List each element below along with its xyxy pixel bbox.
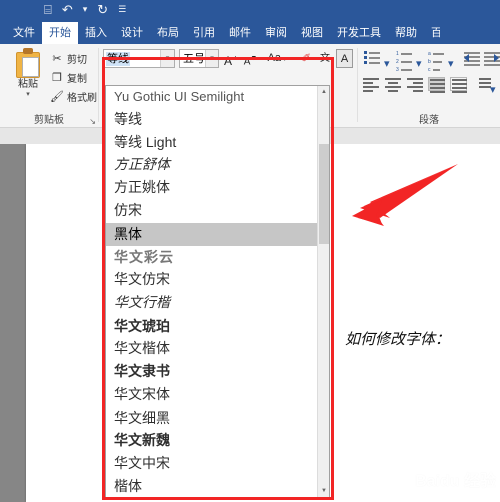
font-option-12[interactable]: 华文隶书 [106,361,329,384]
multilevel-chevron-down-icon[interactable]: ▾ [448,57,454,71]
font-option-7[interactable]: 华文彩云 [106,246,329,269]
font-option-17[interactable]: 楷体 [106,476,329,497]
clear-formatting-button[interactable]: ✐ [298,49,314,68]
ribbon-tab-0[interactable]: 文件 [6,22,42,44]
font-option-14[interactable]: 华文细黑 [106,407,329,430]
eraser-icon: ✐ [300,51,312,65]
font-name-value: 等线 [106,52,130,66]
save-icon[interactable]: ⌸ [44,3,52,16]
ribbon-tab-7[interactable]: 审阅 [258,22,294,44]
font-option-5[interactable]: 仿宋 [106,200,329,223]
quick-access-toolbar: ⌸ ↶ ▾ ↻ ☰ [44,3,126,16]
font-name-chevron-down-icon[interactable]: ▾ [160,50,174,67]
numbering-button[interactable]: 1 2 3 [396,51,414,73]
ribbon-tab-8[interactable]: 视图 [294,22,330,44]
line-spacing-button[interactable] [474,78,491,92]
grow-font-label: A [224,54,233,68]
copy-button[interactable]: ❐ 复制 [50,70,87,85]
phonetic-guide-button[interactable]: 文 [317,49,333,68]
ribbon-group-clipboard: 粘贴 ▾ ✂ 剪切 ❐ 复制 🖌 格式刷 剪贴板 ↘ [0,44,98,128]
ribbon-tab-3[interactable]: 设计 [114,22,150,44]
bullets-button[interactable] [364,51,382,66]
distributed-button[interactable] [450,77,467,93]
copy-label: 复制 [67,74,87,85]
align-left-button[interactable] [363,78,380,92]
font-name-combobox[interactable]: 等线 ▾ [103,49,175,68]
redo-icon[interactable]: ↻ [97,3,108,16]
cut-button[interactable]: ✂ 剪切 [50,51,87,66]
font-option-6[interactable]: 黑体 [106,223,329,246]
cut-label: 剪切 [67,55,87,66]
shrink-font-button[interactable]: A▼ [242,49,259,68]
phonetic-guide-icon: 文 [320,53,330,64]
clipboard-group-label: 剪贴板 [34,115,64,126]
copy-icon: ❐ [52,72,62,84]
ribbon-group-paragraph: ▾ 1 2 3 ▾ a b c ▾ ▾ 段落 [358,44,500,128]
undo-icon[interactable]: ↶ [62,3,73,16]
ribbon-tab-2[interactable]: 插入 [78,22,114,44]
red-pointer-arrow [352,164,458,226]
font-size-chevron-down-icon[interactable]: ▾ [205,50,218,67]
title-bar: ⌸ ↶ ▾ ↻ ☰ [0,0,500,22]
ribbon-tab-10[interactable]: 帮助 [388,22,424,44]
font-option-10[interactable]: 华文琥珀 [106,315,329,338]
change-case-button[interactable]: Aa ▾ [265,49,289,68]
undo-dropdown-icon[interactable]: ▾ [83,3,88,16]
font-option-1[interactable]: 等线 [106,108,329,131]
font-dropdown-list[interactable]: Yu Gothic UI Semilight 等线 等线 Light 方正舒体 方正姚体… [105,85,330,498]
increase-indent-button[interactable] [484,52,500,66]
scroll-up-icon[interactable]: ▲ [318,86,329,98]
document-body-text[interactable]: 如何修改字体： [345,328,450,349]
paste-label: 粘贴 [18,79,38,90]
ribbon-tab-1[interactable]: 开始 [42,22,78,44]
clipboard-dialog-launcher-icon[interactable]: ↘ [89,117,96,126]
character-border-button[interactable]: A [336,49,353,68]
ribbon-tab-5[interactable]: 引用 [186,22,222,44]
word-application-window: ⌸ ↶ ▾ ↻ ☰ 文件 开始 插入 设计 布局 引用 邮件 审阅 视图 开发工具 帮助百 粘贴 ▾ [0,0,500,502]
font-size-combobox[interactable]: 五号 ▾ [179,49,219,68]
format-painter-button[interactable]: 🖌 格式刷 [50,89,97,104]
ribbon-tab-4[interactable]: 布局 [150,22,186,44]
numbering-chevron-down-icon[interactable]: ▾ [416,57,422,71]
paste-dropdown-icon[interactable]: ▾ [8,91,48,98]
bullets-chevron-down-icon[interactable]: ▾ [384,57,390,71]
font-option-13[interactable]: 华文宋体 [106,384,329,407]
font-size-value: 五号 [183,53,205,65]
font-option-0[interactable]: Yu Gothic UI Semilight [106,86,329,108]
font-option-16[interactable]: 华文中宋 [106,453,329,476]
scissors-icon: ✂ [52,53,62,65]
ribbon-tab-9[interactable]: 开发工具 [330,22,388,44]
ribbon-tab-bar: 文件 开始 插入 设计 布局 引用 邮件 审阅 视图 开发工具 帮助百 [0,22,500,44]
font-dropdown-scrollbar[interactable]: ▲ ▼ [317,86,329,497]
scroll-down-icon[interactable]: ▼ [318,485,329,497]
ribbon-tab-6[interactable]: 邮件 [222,22,258,44]
align-center-button[interactable] [385,78,402,92]
font-option-15[interactable]: 华文新魏 [106,430,329,453]
clipboard-icon [14,48,42,78]
font-option-11[interactable]: 华文楷体 [106,338,329,361]
line-spacing-chevron-down-icon[interactable]: ▾ [490,83,496,97]
ribbon-tabs: 文件 开始 插入 设计 布局 引用 邮件 审阅 视图 开发工具 帮助百 [0,22,500,44]
scrollbar-thumb[interactable] [319,144,329,244]
format-painter-icon: 🖌 [50,91,64,103]
ribbon-tab-11[interactable]: 百 [424,22,440,44]
paragraph-group-label: 段落 [419,115,439,126]
paste-button[interactable]: 粘贴 ▾ [8,48,48,98]
font-option-4[interactable]: 方正姚体 [106,177,329,200]
justify-button[interactable] [428,77,445,93]
font-option-9[interactable]: 华文行楷 [106,292,329,315]
multilevel-list-button[interactable]: a b c [428,51,446,73]
font-option-3[interactable]: 方正舒体 [106,154,329,177]
font-dropdown-items: Yu Gothic UI Semilight 等线 等线 Light 方正舒体 方正姚体… [106,86,329,497]
font-option-8[interactable]: 华文仿宋 [106,269,329,292]
customize-qat-icon[interactable]: ☰ [118,3,126,16]
change-case-label: Aa [267,52,281,64]
character-border-label: A [340,53,349,65]
decrease-indent-button[interactable] [464,52,480,66]
grow-font-button[interactable]: A▲ [223,49,240,68]
format-painter-label: 格式刷 [67,93,97,104]
align-right-button[interactable] [407,78,424,92]
font-option-2[interactable]: 等线 Light [106,131,329,154]
